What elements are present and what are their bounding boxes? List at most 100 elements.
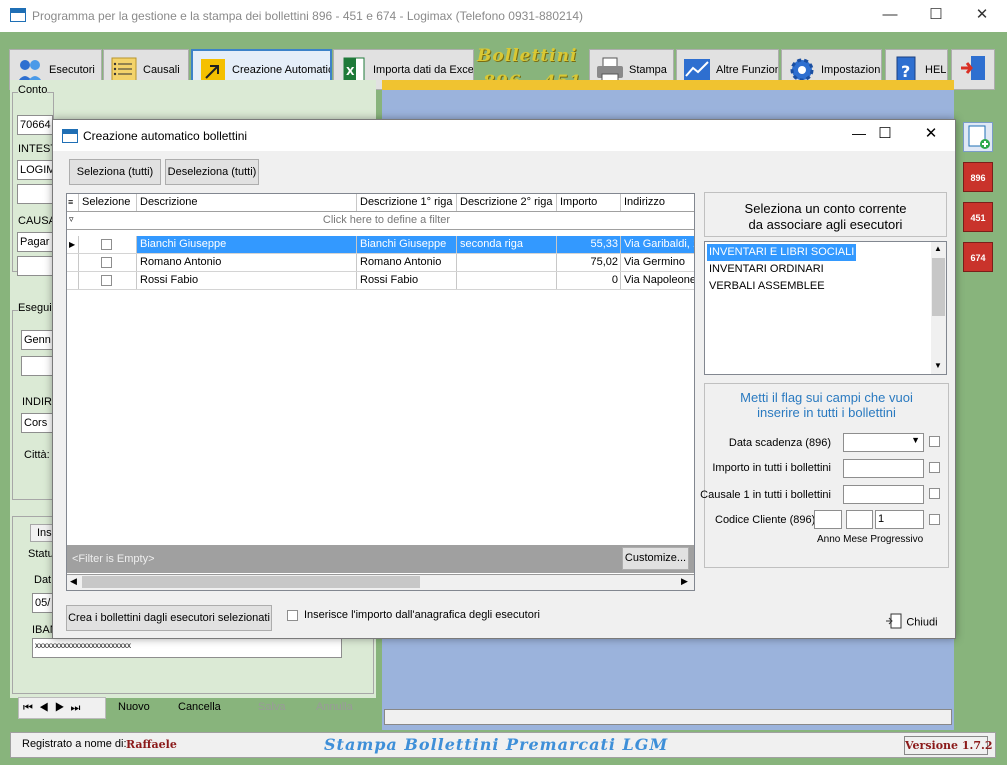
close-window-button[interactable]: ✕ — [959, 0, 1005, 32]
registered-label: Registrato a nome di: — [22, 738, 127, 750]
annulla-button[interactable]: Annulla — [316, 701, 353, 713]
chiudi-button[interactable]: Chiudi — [885, 613, 938, 632]
grid-header: ≡ Selezione Descrizione Descrizione 1° r… — [67, 194, 694, 212]
codice-anno-field[interactable] — [814, 510, 842, 529]
import-importo-checkbox[interactable] — [287, 610, 298, 621]
row-checkbox[interactable] — [101, 239, 112, 250]
bollettino-451-button[interactable]: 451 — [963, 202, 993, 232]
account-title-line2: da associare agli esecutori — [748, 217, 903, 232]
filter-status: <Filter is Empty> — [72, 553, 155, 565]
filter-icon: ▿ — [69, 214, 74, 224]
row-checkbox[interactable] — [101, 275, 112, 286]
column-header-descrizione[interactable]: Descrizione — [137, 194, 357, 211]
account-title-line1: Seleziona un conto corrente — [744, 201, 907, 216]
account-item[interactable]: INVENTARI ORDINARI — [707, 261, 826, 278]
close-door-icon — [885, 613, 903, 632]
row-indicator-icon: ▶ — [67, 236, 79, 253]
conto-field[interactable]: 70664 — [17, 115, 53, 135]
causale-field[interactable]: Pagar — [17, 232, 53, 252]
row-select-cell[interactable] — [79, 236, 137, 253]
import-importo-label: Inserisce l'importo dall'anagrafica degl… — [304, 609, 540, 621]
row-desc1: Rossi Fabio — [357, 272, 457, 289]
record-navigator[interactable]: ⏮◀▶⏭ — [18, 697, 106, 719]
add-document-button[interactable] — [963, 122, 993, 152]
esecutore-field-2[interactable] — [21, 356, 53, 376]
column-chooser-icon[interactable]: ≡ — [67, 194, 79, 211]
data-scadenza-select[interactable]: ▼ — [843, 433, 924, 452]
toolbar-label: Importa dati da Excel — [373, 63, 474, 76]
column-header-desc2[interactable]: Descrizione 2° riga — [457, 194, 557, 211]
intest-field-2[interactable] — [17, 184, 53, 204]
scroll-thumb[interactable] — [82, 576, 420, 588]
iban-field[interactable]: xxxxxxxxxxxxxxxxxxxxxxxx — [32, 638, 342, 658]
data-label: Dat — [34, 574, 52, 586]
cancella-button[interactable]: Cancella — [178, 701, 221, 713]
exit-icon — [959, 54, 987, 85]
account-item[interactable]: VERBALI ASSEMBLEE — [707, 278, 827, 295]
scroll-up-icon[interactable]: ▲ — [934, 244, 942, 253]
account-list-scrollbar[interactable]: ▲ ▼ — [931, 242, 946, 374]
bollettino-896-button[interactable]: 896 — [963, 162, 993, 192]
table-row[interactable]: Rossi Fabio Rossi Fabio 0 Via Napoleone — [67, 272, 694, 290]
importo-field[interactable] — [843, 459, 924, 478]
toolbar-label: Esecutori — [49, 63, 95, 76]
filter-row[interactable]: ▿ Click here to define a filter — [67, 212, 694, 230]
indirizzo-field[interactable]: Cors — [21, 413, 53, 433]
row-indicator — [67, 254, 79, 271]
maximize-button[interactable]: ☐ — [913, 0, 959, 32]
scroll-down-icon[interactable]: ▼ — [934, 361, 942, 370]
filter-hint: Click here to define a filter — [322, 214, 451, 226]
salva-button[interactable]: Salva — [258, 701, 286, 713]
toolbar-label: Causali — [143, 63, 180, 76]
data-field[interactable]: 05/ — [32, 593, 54, 613]
row-indicator — [67, 272, 79, 289]
column-header-indirizzo[interactable]: Indirizzo — [621, 194, 694, 211]
creazione-dialog: Creazione automatico bollettini — ☐ ✕ Se… — [52, 119, 956, 639]
importo-checkbox[interactable] — [929, 462, 940, 473]
create-bollettini-button[interactable]: Crea i bollettini dagli esecutori selezi… — [66, 605, 272, 631]
column-header-desc1[interactable]: Descrizione 1° riga — [357, 194, 457, 211]
causale-checkbox[interactable] — [929, 488, 940, 499]
deselect-all-button[interactable]: Deseleziona (tutti) — [165, 159, 259, 185]
citta-label: Città: — [24, 449, 50, 461]
row-select-cell[interactable] — [79, 254, 137, 271]
scroll-right-icon[interactable]: ▶ — [681, 576, 688, 587]
causale-field[interactable] — [843, 485, 924, 504]
right-panel-scrollbar[interactable] — [384, 709, 952, 725]
esecutore-field[interactable]: Genn — [21, 330, 53, 350]
account-list[interactable]: INVENTARI E LIBRI SOCIALI INVENTARI ORDI… — [704, 241, 947, 375]
scroll-left-icon[interactable]: ◀ — [70, 576, 77, 587]
dialog-close-button[interactable]: ✕ — [911, 124, 951, 142]
intest-field[interactable]: LOGIM — [17, 160, 55, 180]
window-title: Programma per la gestione e la stampa de… — [32, 9, 584, 23]
causale-field-2[interactable] — [17, 256, 53, 276]
dialog-maximize-button[interactable]: ☐ — [865, 124, 905, 142]
nuovo-button[interactable]: Nuovo — [118, 701, 150, 713]
account-scroll-thumb[interactable] — [932, 258, 945, 316]
column-header-importo[interactable]: Importo — [557, 194, 621, 211]
exit-button[interactable] — [951, 49, 995, 90]
table-row[interactable]: ▶ Bianchi Giuseppe Bianchi Giuseppe seco… — [67, 236, 694, 254]
grid-horizontal-scrollbar[interactable]: ◀ ▶ — [67, 574, 694, 590]
codice-cliente-checkbox[interactable] — [929, 514, 940, 525]
bollettino-674-button[interactable]: 674 — [963, 242, 993, 272]
row-select-cell[interactable] — [79, 272, 137, 289]
row-checkbox[interactable] — [101, 257, 112, 268]
codice-mese-field[interactable] — [846, 510, 873, 529]
data-scadenza-checkbox[interactable] — [929, 436, 940, 447]
status-label: Statu — [28, 548, 54, 560]
table-row[interactable]: Romano Antonio Romano Antonio 75,02 Via … — [67, 254, 694, 272]
minimize-button[interactable]: — — [867, 0, 913, 32]
causale-label: CAUSA — [18, 215, 56, 227]
codice-progressivo-field[interactable]: 1 — [875, 510, 924, 529]
select-all-button[interactable]: Seleziona (tutti) — [69, 159, 161, 185]
account-item[interactable]: INVENTARI E LIBRI SOCIALI — [707, 244, 857, 261]
column-header-selezione[interactable]: Selezione — [79, 194, 137, 211]
svg-text:X: X — [346, 65, 355, 78]
flags-title-line2: inserire in tutti i bollettini — [757, 405, 896, 420]
status-center-text: Stampa Bollettini Premarcati LGM — [324, 735, 669, 754]
codice-cliente-label: Codice Cliente (896) — [715, 514, 816, 526]
customize-button[interactable]: Customize... — [622, 547, 689, 570]
svg-text:?: ? — [901, 62, 910, 81]
importo-label: Importo in tutti i bollettini — [712, 462, 831, 474]
